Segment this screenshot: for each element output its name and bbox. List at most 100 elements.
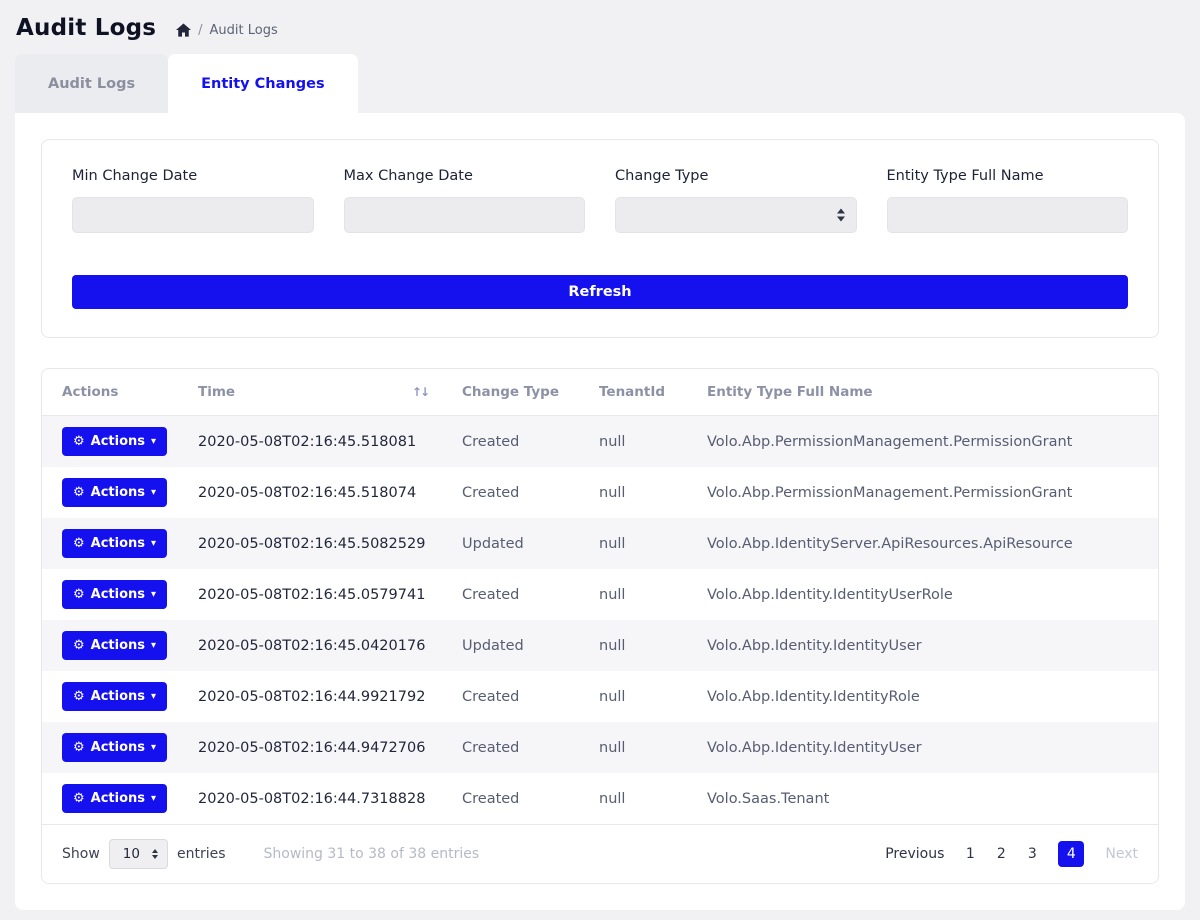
entity-type-cell: Volo.Abp.IdentityServer.ApiResources.Api… [697, 518, 1158, 569]
sort-icon: ↑↓ [412, 385, 428, 399]
table-footer: Show 10 entries Showing 31 to 38 of 38 e… [42, 824, 1158, 883]
actions-dropdown-button[interactable]: ⚙ Actions ▾ [62, 580, 167, 609]
change-type-cell: Created [452, 722, 589, 773]
header-tenant-id[interactable]: TenantId [589, 369, 697, 416]
entity-type-cell: Volo.Abp.Identity.IdentityUser [697, 620, 1158, 671]
gear-icon: ⚙ [73, 792, 85, 805]
gear-icon: ⚙ [73, 741, 85, 754]
refresh-button[interactable]: Refresh [72, 275, 1128, 309]
pagination-next[interactable]: Next [1105, 846, 1138, 862]
entries-label: entries [177, 846, 226, 862]
time-cell: 2020-05-08T02:16:45.518081 [188, 416, 452, 468]
tenant-id-cell: null [589, 773, 697, 824]
actions-dropdown-button[interactable]: ⚙ Actions ▾ [62, 784, 167, 813]
actions-button-label: Actions [91, 638, 145, 653]
tab-entity-changes[interactable]: Entity Changes [168, 54, 357, 113]
time-cell: 2020-05-08T02:16:44.7318828 [188, 773, 452, 824]
actions-button-label: Actions [91, 536, 145, 551]
actions-dropdown-button[interactable]: ⚙ Actions ▾ [62, 682, 167, 711]
pagination-page-3[interactable]: 3 [1027, 846, 1037, 862]
filter-card: Min Change Date Max Change Date Change T… [41, 139, 1159, 338]
header-time[interactable]: Time ↑↓ [188, 369, 452, 416]
caret-down-icon: ▾ [151, 692, 156, 702]
change-type-cell: Created [452, 773, 589, 824]
content-panel: Min Change Date Max Change Date Change T… [15, 113, 1185, 910]
tenant-id-cell: null [589, 620, 697, 671]
actions-button-label: Actions [91, 434, 145, 449]
table-row: ⚙ Actions ▾ 2020-05-08T02:16:45.0420176 … [42, 620, 1158, 671]
tab-bar: Audit Logs Entity Changes [0, 54, 1200, 113]
pagination-page-2[interactable]: 2 [996, 846, 1006, 862]
entity-type-cell: Volo.Abp.PermissionManagement.Permission… [697, 467, 1158, 518]
home-icon[interactable] [176, 23, 191, 37]
actions-dropdown-button[interactable]: ⚙ Actions ▾ [62, 631, 167, 660]
header-entity-type[interactable]: Entity Type Full Name [697, 369, 1158, 416]
pagination-page-1[interactable]: 1 [965, 846, 975, 862]
page-header: Audit Logs / Audit Logs [0, 0, 1200, 54]
time-cell: 2020-05-08T02:16:44.9472706 [188, 722, 452, 773]
actions-cell: ⚙ Actions ▾ [42, 416, 188, 468]
entity-changes-table: Actions Time ↑↓ Change Type TenantId Ent… [42, 369, 1158, 824]
actions-dropdown-button[interactable]: ⚙ Actions ▾ [62, 733, 167, 762]
breadcrumb-current: Audit Logs [210, 23, 278, 38]
tenant-id-cell: null [589, 416, 697, 468]
table-row: ⚙ Actions ▾ 2020-05-08T02:16:45.518074 C… [42, 467, 1158, 518]
time-cell: 2020-05-08T02:16:45.0579741 [188, 569, 452, 620]
page-size-select[interactable]: 10 [109, 839, 168, 869]
showing-entries-text: Showing 31 to 38 of 38 entries [264, 846, 480, 862]
actions-dropdown-button[interactable]: ⚙ Actions ▾ [62, 427, 167, 456]
entity-type-cell: Volo.Saas.Tenant [697, 773, 1158, 824]
field-max-change-date: Max Change Date [344, 168, 586, 233]
change-type-cell: Updated [452, 620, 589, 671]
actions-dropdown-button[interactable]: ⚙ Actions ▾ [62, 478, 167, 507]
actions-cell: ⚙ Actions ▾ [42, 518, 188, 569]
caret-down-icon: ▾ [151, 743, 156, 753]
table-row: ⚙ Actions ▾ 2020-05-08T02:16:45.0579741 … [42, 569, 1158, 620]
select-arrows-icon [152, 849, 158, 859]
page-size-value: 10 [123, 846, 140, 862]
entity-type-label: Entity Type Full Name [887, 168, 1129, 184]
min-change-date-label: Min Change Date [72, 168, 314, 184]
actions-cell: ⚙ Actions ▾ [42, 620, 188, 671]
entity-type-cell: Volo.Abp.Identity.IdentityUser [697, 722, 1158, 773]
actions-dropdown-button[interactable]: ⚙ Actions ▾ [62, 529, 167, 558]
caret-down-icon: ▾ [151, 794, 156, 804]
gear-icon: ⚙ [73, 690, 85, 703]
pagination-previous[interactable]: Previous [885, 846, 944, 862]
header-change-type[interactable]: Change Type [452, 369, 589, 416]
table-row: ⚙ Actions ▾ 2020-05-08T02:16:45.518081 C… [42, 416, 1158, 468]
entity-type-cell: Volo.Abp.Identity.IdentityUserRole [697, 569, 1158, 620]
actions-cell: ⚙ Actions ▾ [42, 671, 188, 722]
change-type-select[interactable] [615, 197, 857, 233]
entity-type-cell: Volo.Abp.PermissionManagement.Permission… [697, 416, 1158, 468]
actions-cell: ⚙ Actions ▾ [42, 722, 188, 773]
min-change-date-input[interactable] [72, 197, 314, 233]
table-card: Actions Time ↑↓ Change Type TenantId Ent… [41, 368, 1159, 884]
header-actions: Actions [42, 369, 188, 416]
actions-button-label: Actions [91, 587, 145, 602]
tenant-id-cell: null [589, 518, 697, 569]
tenant-id-cell: null [589, 569, 697, 620]
filter-grid: Min Change Date Max Change Date Change T… [72, 168, 1128, 233]
max-change-date-label: Max Change Date [344, 168, 586, 184]
caret-down-icon: ▾ [151, 488, 156, 498]
gear-icon: ⚙ [73, 486, 85, 499]
pagination-page-4-active[interactable]: 4 [1058, 841, 1084, 867]
breadcrumb: / Audit Logs [176, 19, 278, 38]
max-change-date-input[interactable] [344, 197, 586, 233]
actions-button-label: Actions [91, 689, 145, 704]
tenant-id-cell: null [589, 722, 697, 773]
select-arrows-icon [837, 209, 845, 222]
field-entity-type: Entity Type Full Name [887, 168, 1129, 233]
actions-button-label: Actions [91, 791, 145, 806]
entity-type-input[interactable] [887, 197, 1129, 233]
tab-audit-logs[interactable]: Audit Logs [15, 54, 168, 113]
tenant-id-cell: null [589, 671, 697, 722]
breadcrumb-separator: / [198, 23, 202, 38]
header-time-label: Time [198, 384, 235, 400]
time-cell: 2020-05-08T02:16:44.9921792 [188, 671, 452, 722]
change-type-cell: Created [452, 569, 589, 620]
time-cell: 2020-05-08T02:16:45.518074 [188, 467, 452, 518]
table-body: ⚙ Actions ▾ 2020-05-08T02:16:45.518081 C… [42, 416, 1158, 825]
change-type-cell: Created [452, 671, 589, 722]
